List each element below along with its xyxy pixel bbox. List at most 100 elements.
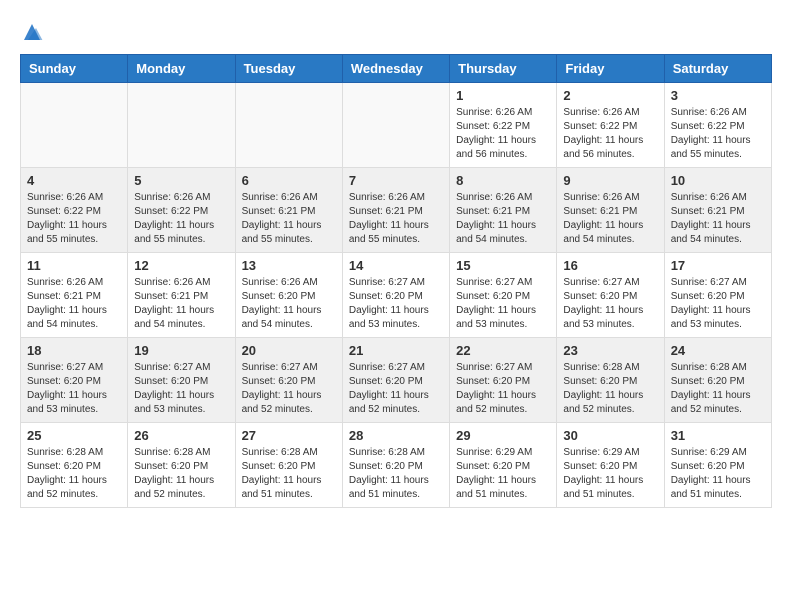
- day-info: Sunrise: 6:26 AM Sunset: 6:21 PM Dayligh…: [349, 191, 443, 247]
- calendar-cell: 13 Sunrise: 6:26 AM Sunset: 6:20 PM Dayli…: [235, 253, 342, 338]
- calendar-cell: [235, 83, 342, 168]
- calendar-week-row: 18 Sunrise: 6:27 AM Sunset: 6:20 PM Dayli…: [21, 338, 772, 423]
- day-info: Sunrise: 6:28 AM Sunset: 6:20 PM Dayligh…: [671, 361, 765, 417]
- day-number: 28: [349, 428, 443, 443]
- calendar-cell: 17Sunrise: 6:27 AM Sunset: 6:20 PM Dayli…: [664, 253, 771, 338]
- day-number: 21: [349, 343, 443, 358]
- day-number: 24: [671, 343, 765, 358]
- day-info: Sunrise: 6:27 AM Sunset: 6:20 PM Dayligh…: [134, 361, 228, 417]
- day-info: Sunrise: 6:29 AM Sunset: 6:20 PM Dayligh…: [456, 446, 550, 502]
- day-info: Sunrise: 6:26 AM Sunset: 6:22 PM Dayligh…: [671, 106, 765, 162]
- day-number: 14: [349, 258, 443, 273]
- calendar-week-row: 11Sunrise: 6:26 AM Sunset: 6:21 PM Dayli…: [21, 253, 772, 338]
- calendar-cell: 27 Sunrise: 6:28 AM Sunset: 6:20 PM Dayli…: [235, 423, 342, 508]
- calendar-cell: 28 Sunrise: 6:28 AM Sunset: 6:20 PM Dayli…: [342, 423, 449, 508]
- calendar-week-row: 1 Sunrise: 6:26 AM Sunset: 6:22 PM Daylig…: [21, 83, 772, 168]
- day-number: 6: [242, 173, 336, 188]
- page-header: [20, 20, 772, 44]
- day-info: Sunrise: 6:28 AM Sunset: 6:20 PM Dayligh…: [563, 361, 657, 417]
- calendar-cell: [21, 83, 128, 168]
- day-number: 8: [456, 173, 550, 188]
- day-number: 31: [671, 428, 765, 443]
- calendar-cell: [128, 83, 235, 168]
- calendar-cell: 31 Sunrise: 6:29 AM Sunset: 6:20 PM Dayli…: [664, 423, 771, 508]
- day-number: 26: [134, 428, 228, 443]
- day-number: 7: [349, 173, 443, 188]
- day-number: 20: [242, 343, 336, 358]
- calendar-cell: 1 Sunrise: 6:26 AM Sunset: 6:22 PM Daylig…: [450, 83, 557, 168]
- calendar-week-row: 25 Sunrise: 6:28 AM Sunset: 6:20 PM Dayli…: [21, 423, 772, 508]
- day-info: Sunrise: 6:27 AM Sunset: 6:20 PM Dayligh…: [563, 276, 657, 332]
- day-number: 25: [27, 428, 121, 443]
- day-number: 10: [671, 173, 765, 188]
- day-info: Sunrise: 6:27 AM Sunset: 6:20 PM Dayligh…: [349, 276, 443, 332]
- calendar-cell: 22 Sunrise: 6:27 AM Sunset: 6:20 PM Dayli…: [450, 338, 557, 423]
- day-info: Sunrise: 6:29 AM Sunset: 6:20 PM Dayligh…: [563, 446, 657, 502]
- logo-icon: [20, 20, 44, 44]
- calendar-cell: 26 Sunrise: 6:28 AM Sunset: 6:20 PM Dayli…: [128, 423, 235, 508]
- col-header-thursday: Thursday: [450, 55, 557, 83]
- day-info: Sunrise: 6:29 AM Sunset: 6:20 PM Dayligh…: [671, 446, 765, 502]
- day-number: 13: [242, 258, 336, 273]
- calendar-cell: 4 Sunrise: 6:26 AM Sunset: 6:22 PM Daylig…: [21, 168, 128, 253]
- day-number: 2: [563, 88, 657, 103]
- calendar-cell: 9 Sunrise: 6:26 AM Sunset: 6:21 PM Daylig…: [557, 168, 664, 253]
- day-number: 27: [242, 428, 336, 443]
- day-number: 18: [27, 343, 121, 358]
- day-info: Sunrise: 6:27 AM Sunset: 6:20 PM Dayligh…: [27, 361, 121, 417]
- calendar-cell: 8Sunrise: 6:26 AM Sunset: 6:21 PM Daylig…: [450, 168, 557, 253]
- day-info: Sunrise: 6:26 AM Sunset: 6:22 PM Dayligh…: [27, 191, 121, 247]
- col-header-wednesday: Wednesday: [342, 55, 449, 83]
- day-info: Sunrise: 6:26 AM Sunset: 6:21 PM Dayligh…: [27, 276, 121, 332]
- calendar-cell: 15 Sunrise: 6:27 AM Sunset: 6:20 PM Dayli…: [450, 253, 557, 338]
- calendar-cell: 19 Sunrise: 6:27 AM Sunset: 6:20 PM Dayli…: [128, 338, 235, 423]
- day-number: 5: [134, 173, 228, 188]
- day-info: Sunrise: 6:26 AM Sunset: 6:21 PM Dayligh…: [563, 191, 657, 247]
- day-number: 1: [456, 88, 550, 103]
- day-info: Sunrise: 6:27 AM Sunset: 6:20 PM Dayligh…: [242, 361, 336, 417]
- day-info: Sunrise: 6:28 AM Sunset: 6:20 PM Dayligh…: [134, 446, 228, 502]
- day-info: Sunrise: 6:27 AM Sunset: 6:20 PM Dayligh…: [456, 276, 550, 332]
- day-number: 9: [563, 173, 657, 188]
- col-header-friday: Friday: [557, 55, 664, 83]
- calendar-cell: 7 Sunrise: 6:26 AM Sunset: 6:21 PM Daylig…: [342, 168, 449, 253]
- calendar-cell: 3 Sunrise: 6:26 AM Sunset: 6:22 PM Daylig…: [664, 83, 771, 168]
- calendar-cell: 5Sunrise: 6:26 AM Sunset: 6:22 PM Daylig…: [128, 168, 235, 253]
- calendar-cell: 21 Sunrise: 6:27 AM Sunset: 6:20 PM Dayli…: [342, 338, 449, 423]
- day-number: 3: [671, 88, 765, 103]
- day-info: Sunrise: 6:28 AM Sunset: 6:20 PM Dayligh…: [242, 446, 336, 502]
- day-info: Sunrise: 6:27 AM Sunset: 6:20 PM Dayligh…: [456, 361, 550, 417]
- day-info: Sunrise: 6:26 AM Sunset: 6:20 PM Dayligh…: [242, 276, 336, 332]
- day-info: Sunrise: 6:26 AM Sunset: 6:22 PM Dayligh…: [563, 106, 657, 162]
- calendar-cell: 23 Sunrise: 6:28 AM Sunset: 6:20 PM Dayli…: [557, 338, 664, 423]
- calendar-cell: 10 Sunrise: 6:26 AM Sunset: 6:21 PM Dayli…: [664, 168, 771, 253]
- day-number: 19: [134, 343, 228, 358]
- day-number: 22: [456, 343, 550, 358]
- day-number: 16: [563, 258, 657, 273]
- calendar-cell: 24 Sunrise: 6:28 AM Sunset: 6:20 PM Dayli…: [664, 338, 771, 423]
- day-info: Sunrise: 6:26 AM Sunset: 6:21 PM Dayligh…: [242, 191, 336, 247]
- calendar-cell: 29 Sunrise: 6:29 AM Sunset: 6:20 PM Dayli…: [450, 423, 557, 508]
- day-info: Sunrise: 6:28 AM Sunset: 6:20 PM Dayligh…: [27, 446, 121, 502]
- calendar-cell: 12Sunrise: 6:26 AM Sunset: 6:21 PM Dayli…: [128, 253, 235, 338]
- calendar-cell: 6 Sunrise: 6:26 AM Sunset: 6:21 PM Daylig…: [235, 168, 342, 253]
- calendar-cell: 25 Sunrise: 6:28 AM Sunset: 6:20 PM Dayli…: [21, 423, 128, 508]
- day-number: 29: [456, 428, 550, 443]
- day-info: Sunrise: 6:28 AM Sunset: 6:20 PM Dayligh…: [349, 446, 443, 502]
- day-info: Sunrise: 6:26 AM Sunset: 6:21 PM Dayligh…: [134, 276, 228, 332]
- col-header-tuesday: Tuesday: [235, 55, 342, 83]
- day-number: 15: [456, 258, 550, 273]
- calendar-cell: 11Sunrise: 6:26 AM Sunset: 6:21 PM Dayli…: [21, 253, 128, 338]
- day-info: Sunrise: 6:27 AM Sunset: 6:20 PM Dayligh…: [349, 361, 443, 417]
- day-number: 23: [563, 343, 657, 358]
- col-header-saturday: Saturday: [664, 55, 771, 83]
- logo: [20, 20, 48, 44]
- day-number: 17: [671, 258, 765, 273]
- day-info: Sunrise: 6:26 AM Sunset: 6:22 PM Dayligh…: [456, 106, 550, 162]
- day-info: Sunrise: 6:26 AM Sunset: 6:21 PM Dayligh…: [671, 191, 765, 247]
- calendar-cell: 18 Sunrise: 6:27 AM Sunset: 6:20 PM Dayli…: [21, 338, 128, 423]
- calendar-cell: 14 Sunrise: 6:27 AM Sunset: 6:20 PM Dayli…: [342, 253, 449, 338]
- day-number: 4: [27, 173, 121, 188]
- calendar-cell: 30Sunrise: 6:29 AM Sunset: 6:20 PM Dayli…: [557, 423, 664, 508]
- calendar-cell: 16 Sunrise: 6:27 AM Sunset: 6:20 PM Dayli…: [557, 253, 664, 338]
